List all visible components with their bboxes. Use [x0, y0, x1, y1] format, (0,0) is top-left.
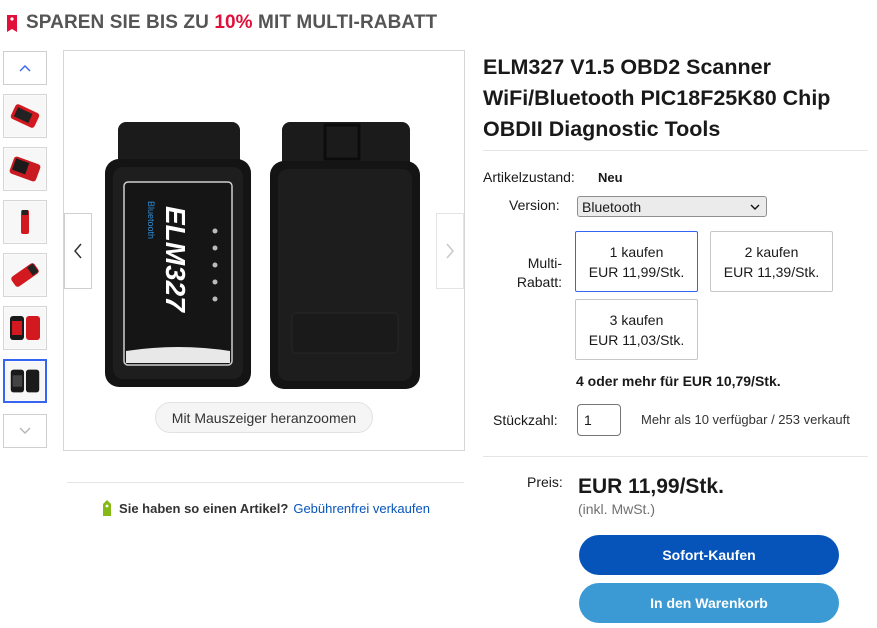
- thumbnail-4[interactable]: [3, 253, 47, 297]
- multi-discount-banner: SPAREN SIE BIS ZU 10% MIT MULTI-RABATT: [4, 10, 437, 36]
- thumbnail-5[interactable]: [3, 306, 47, 350]
- buy-now-button[interactable]: Sofort-Kaufen: [579, 535, 839, 575]
- price-tag-icon: [7, 15, 17, 32]
- tier-option-3[interactable]: 3 kaufen EUR 11,03/Stk.: [575, 299, 698, 360]
- product-thumbnail-image: [5, 308, 45, 348]
- availability-text: Mehr als 10 verfügbar / 253 verkauft: [641, 412, 850, 427]
- svg-text:ELM327: ELM327: [160, 206, 191, 313]
- svg-text:Bluetooth: Bluetooth: [146, 201, 156, 239]
- tier-qty: 3 kaufen: [609, 311, 664, 328]
- banner-percent: 10%: [214, 12, 253, 33]
- banner-text: SPAREN SIE BIS ZU 10% MIT MULTI-RABATT: [26, 12, 438, 33]
- thumbnail-6-selected[interactable]: [3, 359, 47, 403]
- sell-similar-prompt: Sie haben so einen Artikel? Gebührenfrei…: [67, 482, 464, 517]
- divider: [483, 456, 868, 457]
- product-thumbnail-image: [5, 96, 45, 136]
- condition-value: Neu: [598, 170, 623, 185]
- zoom-hint-button[interactable]: Mit Mauszeiger heranzoomen: [155, 402, 373, 433]
- product-thumbnail-image: [5, 149, 45, 189]
- product-thumbnail-image: [6, 362, 44, 400]
- thumbnail-column: [3, 51, 47, 448]
- price-label: Preis:: [527, 474, 563, 490]
- tier-price: EUR 11,03/Stk.: [588, 331, 685, 348]
- chevron-left-icon: [74, 243, 82, 259]
- quantity-label: Stückzahl:: [493, 412, 558, 428]
- thumbnail-up-button[interactable]: [3, 51, 47, 85]
- chevron-up-icon: [19, 65, 31, 72]
- sell-link[interactable]: Gebührenfrei verkaufen: [293, 501, 430, 516]
- version-label: Version:: [509, 197, 560, 213]
- thumbnail-2[interactable]: [3, 147, 47, 191]
- tier-qty: 1 kaufen: [609, 243, 664, 260]
- version-select-value: Bluetooth: [582, 198, 642, 215]
- chevron-down-icon: [19, 427, 31, 434]
- thumbnail-3[interactable]: [3, 200, 47, 244]
- next-image-button[interactable]: [436, 213, 464, 289]
- add-to-cart-button[interactable]: In den Warenkorb: [579, 583, 839, 623]
- sell-question: Sie haben so einen Artikel?: [119, 501, 289, 516]
- divider: [483, 150, 868, 151]
- tier-option-1[interactable]: 1 kaufen EUR 11,99/Stk.: [575, 231, 698, 292]
- condition-label: Artikelzustand:: [483, 169, 575, 185]
- main-product-image[interactable]: ELM327 Bluetooth Mit Mauszeiger heranzoo…: [63, 50, 465, 451]
- product-thumbnail-image: [5, 255, 45, 295]
- bulk-price-note: 4 oder mehr für EUR 10,79/Stk.: [576, 373, 781, 389]
- tier-option-2[interactable]: 2 kaufen EUR 11,39/Stk.: [710, 231, 833, 292]
- product-thumbnail-image: [5, 202, 45, 242]
- tier-qty: 2 kaufen: [744, 243, 799, 260]
- product-title: ELM327 V1.5 OBD2 Scanner WiFi/Bluetooth …: [483, 55, 831, 141]
- price-value: EUR 11,99/Stk.: [578, 475, 724, 498]
- thumbnail-down-button[interactable]: [3, 414, 47, 448]
- quantity-input[interactable]: 1: [577, 404, 621, 436]
- previous-image-button[interactable]: [64, 213, 92, 289]
- thumbnail-1[interactable]: [3, 94, 47, 138]
- tag-icon: [103, 500, 112, 516]
- chevron-down-icon: [750, 204, 760, 210]
- tier-price: EUR 11,99/Stk.: [588, 263, 685, 280]
- version-select[interactable]: Bluetooth: [577, 196, 767, 217]
- chevron-right-icon: [446, 243, 454, 259]
- vat-note: (inkl. MwSt.): [578, 501, 655, 517]
- tier-price: EUR 11,39/Stk.: [723, 263, 820, 280]
- multi-discount-label: Multi- Rabatt:: [516, 255, 562, 290]
- product-photo: ELM327 Bluetooth: [105, 122, 420, 389]
